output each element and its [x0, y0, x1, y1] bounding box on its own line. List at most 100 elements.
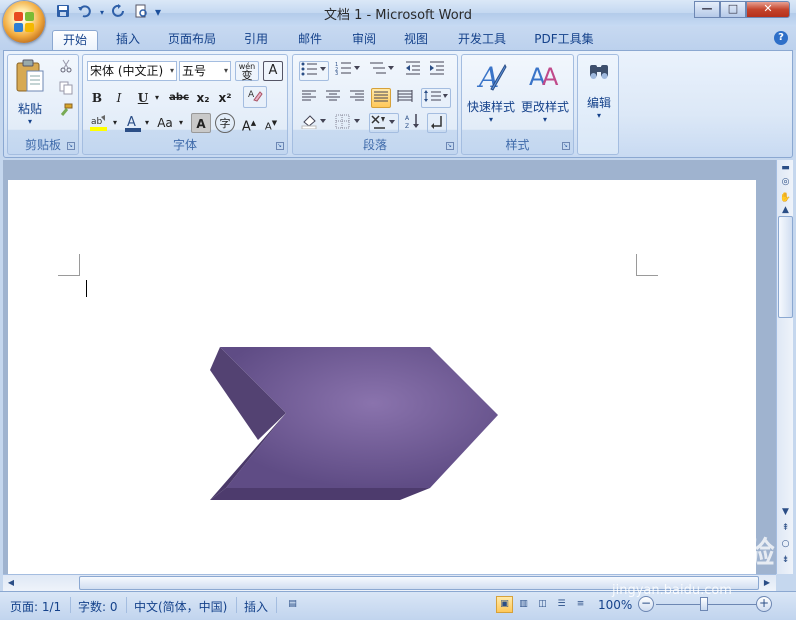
page-count[interactable]: 页面: 1/1 [10, 598, 61, 615]
bold-button[interactable]: B [87, 88, 107, 108]
copy-icon[interactable] [56, 81, 76, 101]
subscript-button[interactable]: x₂ [193, 88, 213, 108]
full-screen-reading-icon[interactable]: ▥ [515, 596, 532, 613]
underline-button[interactable]: U [133, 88, 153, 108]
tab-insert[interactable]: 插入 [106, 30, 150, 50]
align-center-icon[interactable] [323, 88, 343, 108]
zoom-in-button[interactable]: + [756, 596, 772, 612]
crop-mark-top-right [636, 254, 658, 276]
cut-icon[interactable] [56, 59, 76, 79]
decrease-indent-icon[interactable] [403, 61, 423, 81]
browse-object-icon[interactable]: ○ [779, 538, 792, 551]
language-indicator[interactable]: 中文(简体，中国) [134, 598, 227, 615]
italic-button[interactable]: I [109, 88, 129, 108]
borders-icon[interactable] [333, 113, 363, 133]
svg-text:A: A [127, 115, 136, 130]
multilevel-list-icon[interactable] [367, 61, 397, 81]
increase-indent-icon[interactable] [427, 61, 447, 81]
baidu-watermark-url: jingyan.baidu.com [612, 583, 732, 598]
font-color-dropdown-icon[interactable]: ▾ [143, 113, 151, 133]
paste-button[interactable]: 粘贴 ▾ [12, 59, 48, 131]
change-styles-button[interactable]: A A 更改样式 ▾ [518, 59, 572, 129]
document-page[interactable] [8, 180, 756, 580]
change-styles-icon: A A [529, 63, 559, 91]
font-name-dropdown[interactable]: 宋体 (中文正) ▾ [87, 61, 177, 81]
enclose-characters-button[interactable]: 字 [215, 113, 235, 133]
shrink-font-button[interactable]: A▼ [261, 113, 281, 133]
word-count[interactable]: 字数: 0 [78, 598, 118, 615]
grow-font-button[interactable]: A▲ [239, 113, 259, 135]
shading-icon[interactable] [299, 113, 329, 133]
highlight-color-button[interactable]: ab [87, 113, 111, 133]
scroll-down-icon[interactable]: ▼ [779, 506, 792, 519]
highlight-dropdown-icon[interactable]: ▾ [111, 113, 119, 133]
styles-launcher-icon[interactable]: ↘ [562, 142, 570, 150]
tab-mailings[interactable]: 邮件 [288, 30, 332, 50]
draft-view-icon[interactable]: ≡ [572, 596, 589, 613]
vertical-scroll-thumb[interactable] [778, 216, 793, 318]
grow-font-label: A [241, 119, 251, 135]
previous-page-icon[interactable]: ⇞ [779, 522, 792, 535]
numbering-icon[interactable]: 123 [333, 61, 363, 81]
character-border-button[interactable]: A [263, 61, 283, 81]
quick-styles-button[interactable]: A 快速样式 ▾ [465, 59, 517, 129]
tab-developer[interactable]: 开发工具 [448, 30, 516, 50]
tab-pdf-tools[interactable]: PDF工具集 [526, 30, 602, 50]
insert-mode-indicator[interactable]: 插入 [244, 598, 268, 615]
change-case-button[interactable]: Aa [153, 113, 177, 133]
superscript-button[interactable]: x² [215, 88, 235, 108]
font-color-button[interactable]: A [123, 113, 143, 133]
sort-icon[interactable]: AZ [403, 113, 423, 133]
font-launcher-icon[interactable]: ↘ [276, 142, 284, 150]
scroll-left-icon[interactable]: ◀ [5, 577, 17, 589]
chevron-arrow-shape[interactable] [198, 340, 508, 510]
close-button[interactable]: ✕ [746, 1, 790, 18]
tab-references[interactable]: 引用 [234, 30, 278, 50]
chevron-down-icon: ▾ [596, 111, 601, 120]
editing-button[interactable]: 编辑 ▾ [580, 59, 618, 149]
justify-icon[interactable] [371, 88, 391, 108]
print-layout-view-icon[interactable]: ▣ [496, 596, 513, 613]
vertical-scrollbar[interactable]: ▬ ◎ ✋ ▲ ▼ ⇞ ○ ⇟ [776, 160, 793, 574]
distributed-icon[interactable] [395, 88, 415, 108]
zoom-slider-handle[interactable] [700, 597, 708, 611]
help-icon[interactable]: ? [774, 31, 788, 45]
web-layout-icon[interactable]: ◫ [534, 596, 551, 613]
group-paragraph: 123 A Z 段落 ↘ [292, 54, 458, 155]
line-spacing-icon[interactable] [421, 88, 451, 108]
align-right-icon[interactable] [347, 88, 367, 108]
tab-home[interactable]: 开始 [52, 30, 98, 50]
strikethrough-button[interactable]: abc [167, 88, 191, 108]
outline-view-icon[interactable]: ☰ [553, 596, 570, 613]
clear-formatting-icon[interactable]: A [243, 86, 267, 108]
ruler-toggle-icon[interactable]: ▬ [779, 162, 792, 175]
quick-styles-icon: A [476, 61, 507, 94]
paragraph-launcher-icon[interactable]: ↘ [446, 142, 454, 150]
asian-layout-icon[interactable] [369, 113, 399, 133]
next-page-icon[interactable]: ⇟ [779, 554, 792, 567]
character-shading-button[interactable]: A [191, 113, 211, 133]
group-clipboard: 粘贴 ▾ 剪贴板 ↘ [7, 54, 79, 155]
clipboard-launcher-icon[interactable]: ↘ [67, 142, 75, 150]
show-hide-marks-icon[interactable] [427, 113, 447, 133]
scroll-right-icon[interactable]: ▶ [761, 577, 773, 589]
font-size-dropdown[interactable]: 五号 ▾ [179, 61, 231, 81]
align-left-icon[interactable] [299, 88, 319, 108]
zoom-level[interactable]: 100% [598, 598, 632, 612]
select-browse-icon[interactable]: ◎ [779, 176, 792, 189]
underline-dropdown-icon[interactable]: ▾ [153, 88, 161, 108]
font-size-value: 五号 [182, 64, 207, 78]
format-painter-icon[interactable] [56, 103, 76, 123]
tab-review[interactable]: 审阅 [342, 30, 386, 50]
office-button[interactable] [3, 1, 45, 43]
bullets-icon[interactable] [299, 61, 329, 81]
paste-dropdown-icon[interactable]: ▾ [12, 117, 48, 126]
maximize-button[interactable]: □ [720, 1, 746, 18]
change-case-dropdown-icon[interactable]: ▾ [177, 113, 185, 133]
tab-view[interactable]: 视图 [394, 30, 438, 50]
minimize-button[interactable]: — [694, 1, 720, 18]
tab-page-layout[interactable]: 页面布局 [158, 30, 226, 50]
macro-record-icon[interactable]: ▤ [284, 596, 301, 613]
zoom-out-button[interactable]: − [638, 596, 654, 612]
phonetic-guide-button[interactable]: wén 变 [235, 61, 259, 81]
